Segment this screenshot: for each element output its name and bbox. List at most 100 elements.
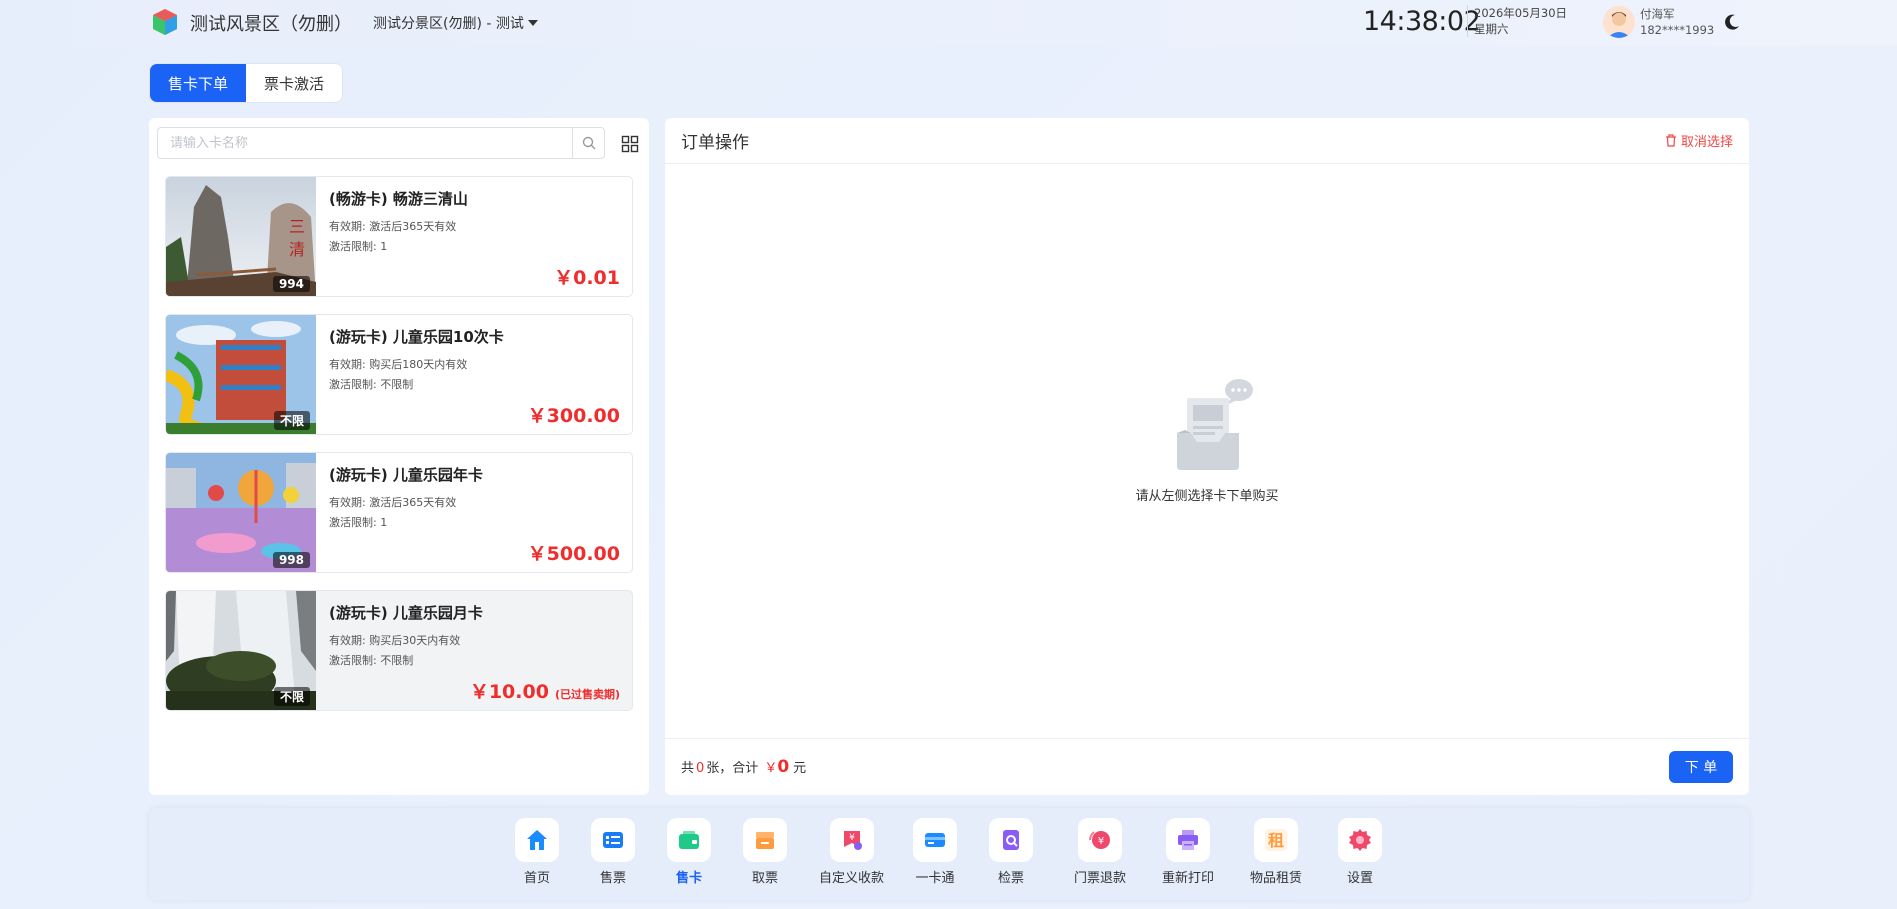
card-list: 三 清 994 (畅游卡) 畅游三清山 有效期: 激活后365天有效 激活限制:… [165, 176, 633, 728]
order-panel: 订单操作 取消选择 请从左侧选择卡下单购买 共 0 张，合计 ￥ 0 元 下 单 [665, 118, 1749, 795]
card-price-wrap: ￥10.00 (已过售卖期) [470, 677, 620, 704]
nav-custom-payment[interactable]: ¥ 自定义收款 [819, 818, 884, 886]
nav-ticket-refund[interactable]: ¥ 门票退款 [1074, 818, 1126, 886]
nav-all-in-one-card[interactable]: 一卡通 [913, 818, 957, 886]
card-validity: 有效期: 购买后30天内有效 [329, 634, 461, 647]
user-phone: 182****1993 [1640, 23, 1715, 37]
nav-label: 一卡通 [915, 871, 955, 886]
order-count: 0 [696, 761, 705, 776]
card-price: ￥500.00 [527, 543, 620, 565]
card-title: (畅游卡) 畅游三清山 [329, 190, 468, 208]
nav-label: 售票 [599, 871, 626, 886]
card-limit: 激活限制: 1 [329, 516, 388, 529]
weekday: 星期六 [1474, 22, 1509, 36]
nav-label: 取票 [751, 871, 778, 886]
card-title: (游玩卡) 儿童乐园10次卡 [329, 328, 504, 346]
rent-icon: 租 [1265, 829, 1287, 851]
nav-sell-card[interactable]: 售卡 [667, 818, 711, 886]
printer-icon [1178, 830, 1198, 850]
subarea-label: 测试分景区(勿删) - 测试 [373, 16, 524, 32]
home-icon [527, 830, 547, 850]
card-item[interactable]: 998 (游玩卡) 儿童乐园年卡 有效期: 激活后365天有效 激活限制: 1 … [165, 452, 633, 573]
card-item[interactable]: 不限 (游玩卡) 儿童乐园月卡 有效期: 购买后30天内有效 激活限制: 不限制… [165, 590, 633, 711]
nav-icon-box: 租 [1254, 818, 1298, 862]
nav-icon-box [743, 818, 787, 862]
scenic-name: 测试风景区（勿删） [190, 14, 352, 35]
top-bar: 测试风景区（勿删） 测试分景区(勿删) - 测试 14:38:02 2026年0… [0, 0, 1897, 46]
ticket-list-icon [603, 832, 623, 848]
expired-badge: (已过售卖期) [554, 688, 620, 701]
tab-sell-card[interactable]: 售卡下单 [150, 64, 246, 102]
summary-suffix: 元 [793, 761, 807, 776]
card-search-input[interactable] [158, 128, 572, 158]
nav-icon-box [1166, 818, 1210, 862]
card-stock: 994 [272, 276, 310, 292]
grid-view-icon[interactable] [621, 135, 639, 153]
svg-text:清: 清 [289, 240, 305, 259]
order-summary: 共 0 张，合计 ￥ 0 元 [681, 757, 806, 777]
refund-icon: ¥ [1089, 831, 1110, 849]
card-item[interactable]: 不限 (游玩卡) 儿童乐园10次卡 有效期: 购买后180天内有效 激活限制: … [165, 314, 633, 435]
nav-label: 首页 [523, 871, 550, 886]
card-limit: 激活限制: 不限制 [329, 654, 414, 667]
nav-icon-box: ¥ [829, 818, 874, 862]
custom-payment-icon: ¥ [843, 831, 862, 850]
avatar[interactable] [1603, 6, 1635, 38]
caret-down-icon [527, 20, 538, 26]
user-info[interactable]: 付海军 182****1993 [1640, 6, 1714, 38]
card-stock: 不限 [273, 687, 310, 706]
nav-label: 物品租赁 [1250, 871, 1303, 886]
card-validity: 有效期: 购买后180天内有效 [329, 358, 468, 371]
card-image-sanqingshan: 三 清 994 [166, 177, 316, 296]
nav-check-ticket[interactable]: 检票 [989, 818, 1033, 886]
ticket-check-icon [1003, 830, 1019, 850]
cancel-selection-label: 取消选择 [1680, 135, 1733, 150]
mode-tabs: 售卡下单 票卡激活 [149, 63, 343, 103]
summary-prefix: 共 [681, 761, 695, 776]
card-validity: 有效期: 激活后365天有效 [329, 220, 457, 233]
nav-sell-ticket[interactable]: 售票 [591, 818, 635, 886]
svg-text:¥: ¥ [849, 833, 855, 843]
nav-label: 检票 [997, 871, 1024, 886]
card-stock: 998 [272, 552, 310, 568]
date-block: 2026年05月30日 星期六 [1467, 5, 1567, 37]
nav-icon-box [515, 818, 559, 862]
place-order-button[interactable]: 下 单 [1669, 751, 1733, 783]
card-stock: 不限 [273, 411, 310, 430]
card-image-waterfall: 不限 [166, 591, 316, 710]
ticket-pickup-icon [756, 832, 774, 849]
search-button[interactable] [572, 128, 604, 158]
cancel-selection-button[interactable]: 取消选择 [1665, 131, 1733, 150]
nav-reprint[interactable]: 重新打印 [1162, 818, 1214, 886]
search-icon [582, 136, 595, 150]
nav-pickup-ticket[interactable]: 取票 [743, 818, 787, 886]
order-panel-header: 订单操作 取消选择 [665, 118, 1749, 164]
moon-icon[interactable] [1722, 12, 1742, 32]
svg-text:¥: ¥ [1098, 836, 1104, 847]
id-card-icon [925, 833, 945, 847]
tab-card-activation[interactable]: 票卡激活 [246, 64, 342, 102]
order-total: 0 [777, 757, 790, 777]
nav-item-rental[interactable]: 租 物品租赁 [1250, 818, 1302, 886]
nav-label: 自定义收款 [819, 871, 885, 886]
settings-icon [1349, 829, 1371, 851]
subarea-selector[interactable]: 测试分景区(勿删) - 测试 [373, 13, 538, 33]
card-image-playground: 不限 [166, 315, 316, 434]
card-item[interactable]: 三 清 994 (畅游卡) 畅游三清山 有效期: 激活后365天有效 激活限制:… [165, 176, 633, 297]
card-price: ￥10.00 [469, 681, 549, 703]
wallet-card-icon [679, 831, 699, 849]
card-price: ￥0.01 [554, 267, 620, 289]
card-price-wrap: ￥300.00 [528, 401, 620, 428]
summary-mid: 张，合计 [706, 761, 759, 776]
nav-icon-box [591, 818, 635, 862]
card-price-wrap: ￥0.01 [554, 263, 620, 290]
card-validity: 有效期: 激活后365天有效 [329, 496, 457, 509]
date: 2026年05月30日 [1474, 6, 1568, 20]
nav-home[interactable]: 首页 [515, 818, 559, 886]
empty-state-text: 请从左侧选择卡下单购买 [1135, 489, 1279, 504]
order-panel-title: 订单操作 [681, 133, 749, 153]
card-list-panel: 三 清 994 (畅游卡) 畅游三清山 有效期: 激活后365天有效 激活限制:… [149, 118, 649, 795]
nav-settings[interactable]: 设置 [1338, 818, 1382, 886]
empty-state: 请从左侧选择卡下单购买 [665, 378, 1749, 504]
user-name: 付海军 [1640, 7, 1675, 21]
